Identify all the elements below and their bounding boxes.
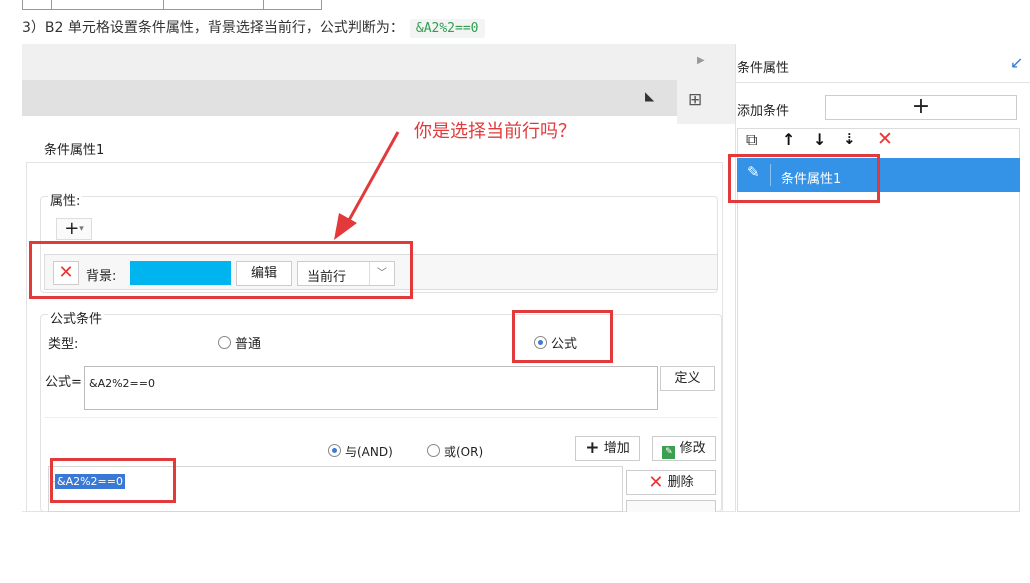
radio-and[interactable]: 与(AND): [328, 443, 393, 460]
radio-and-label: 与(AND): [345, 445, 393, 459]
modify-button[interactable]: ✎ 修改: [652, 436, 716, 461]
highlight-formula-radio: [512, 310, 613, 363]
formula-condition-title: 公式条件: [48, 308, 105, 327]
add-condition-button[interactable]: + 增加: [575, 436, 640, 461]
radio-or-dot: [427, 444, 440, 457]
collapse-arrow-icon[interactable]: ▶: [697, 55, 705, 66]
attributes-label: 属性:: [48, 190, 83, 209]
caption-code: &A2%2==0: [409, 19, 485, 38]
add-attribute-button[interactable]: +▾: [56, 218, 92, 240]
highlight-selected-condition: [728, 154, 880, 203]
condition-name: 条件属性1: [44, 143, 105, 158]
radio-or[interactable]: 或(OR): [427, 443, 483, 460]
instruction-caption: 3）B2 单元格设置条件属性，背景选择当前行，公式判断为： &A2%2==0: [22, 17, 485, 38]
delete-icon[interactable]: ✕: [877, 128, 893, 150]
left-top-bar: [22, 44, 677, 80]
caption-text: 3）B2 单元格设置条件属性，背景选择当前行，公式判断为：: [22, 20, 404, 36]
move-bottom-icon[interactable]: ⇣: [843, 130, 856, 148]
condition-name-row: [26, 130, 723, 163]
radio-and-dot: [328, 444, 341, 457]
add-label: 增加: [603, 441, 630, 456]
collapse-corner-icon[interactable]: ↙: [1010, 53, 1023, 72]
plus-icon: +: [64, 218, 80, 239]
define-button[interactable]: 定义: [660, 366, 715, 391]
radio-normal[interactable]: 普通: [218, 333, 261, 352]
layout-icon[interactable]: ⊞: [688, 90, 702, 110]
next-button-partial[interactable]: [626, 500, 716, 512]
delete-button[interactable]: ✕ 删除: [626, 470, 716, 495]
add-condition-plus-button[interactable]: +: [825, 95, 1017, 120]
highlight-condition-list-item: [50, 458, 176, 503]
formula-value: &A2%2==0: [89, 377, 155, 390]
partial-table-strip: [22, 0, 322, 10]
modify-label: 修改: [679, 441, 706, 456]
type-label: 类型:: [48, 337, 79, 352]
left-toolbar: [22, 80, 677, 116]
modify-icon: ✎: [662, 446, 676, 459]
highlight-background-row: [29, 241, 413, 299]
radio-normal-dot: [218, 336, 231, 349]
divider: [735, 82, 1030, 83]
caret-down-icon: ▾: [79, 224, 84, 234]
formula-label: 公式=: [45, 375, 82, 390]
annotation-text: 你是选择当前行吗？: [414, 121, 576, 142]
radio-normal-label: 普通: [235, 337, 262, 352]
delete-label: 删除: [667, 475, 694, 490]
copy-icon[interactable]: ⧉: [746, 130, 757, 150]
middle-strip: [677, 44, 735, 124]
formula-input[interactable]: &A2%2==0: [84, 366, 658, 410]
move-up-icon[interactable]: ↑: [782, 130, 795, 149]
close-icon: ✕: [648, 472, 664, 493]
plus-icon: +: [585, 438, 600, 458]
radio-or-label: 或(OR): [444, 445, 484, 459]
dock-icon[interactable]: ◣: [645, 89, 654, 103]
move-down-icon[interactable]: ↓: [813, 130, 826, 149]
right-panel-title: 条件属性: [737, 61, 790, 76]
add-condition-label: 添加条件: [737, 104, 790, 119]
divider: [44, 417, 718, 418]
